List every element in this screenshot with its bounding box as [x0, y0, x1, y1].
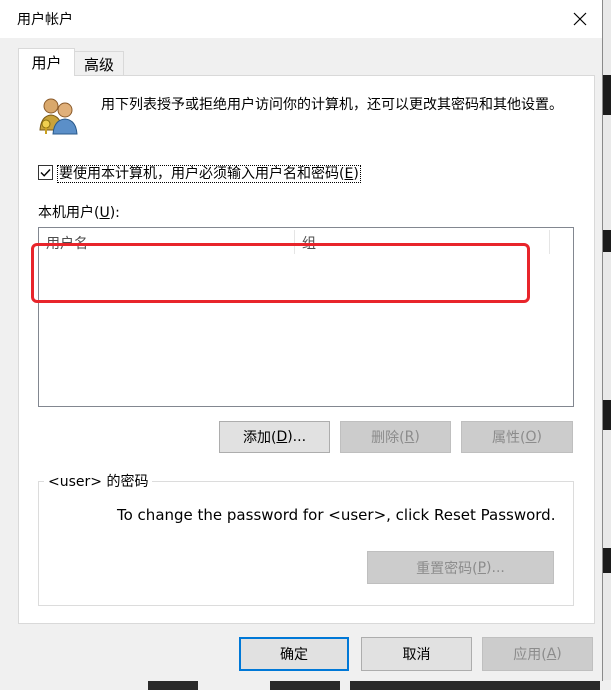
remove-button[interactable]: 删除(R) — [340, 421, 451, 453]
password-groupbox — [38, 481, 574, 606]
password-group-title: <user> 的密码 — [44, 471, 153, 491]
apply-button[interactable]: 应用(A) — [482, 637, 593, 671]
password-instruction: To change the password for <user>, click… — [117, 506, 556, 524]
reset-password-button[interactable]: 重置密码(P)... — [367, 551, 554, 584]
checkmark-icon — [40, 169, 51, 177]
require-login-checkbox[interactable] — [38, 165, 53, 180]
title-bar[interactable] — [0, 0, 602, 38]
cancel-button[interactable]: 取消 — [361, 637, 472, 671]
description-text: 用下列表授予或拒绝用户访问你的计算机，还可以更改其密码和其他设置。 — [101, 97, 563, 113]
tab-users[interactable]: 用户 — [18, 48, 75, 76]
require-login-label[interactable]: 要使用本计算机，用户必须输入用户名和密码(E) — [57, 163, 361, 183]
local-users-label: 本机用户(U): — [38, 205, 120, 221]
highlight-annotation — [31, 243, 530, 303]
add-button[interactable]: 添加(D)... — [219, 421, 330, 453]
dialog-title: 用户帐户 — [17, 12, 73, 28]
column-divider[interactable] — [549, 230, 550, 254]
tab-advanced[interactable]: 高级 — [74, 51, 124, 76]
properties-button[interactable]: 属性(O) — [461, 421, 573, 453]
users-icon — [37, 96, 81, 136]
close-button[interactable] — [566, 6, 594, 32]
close-icon — [573, 12, 587, 26]
background-window-strip — [602, 0, 611, 690]
ok-button[interactable]: 确定 — [239, 637, 349, 671]
background-taskbar-strip — [0, 680, 611, 690]
